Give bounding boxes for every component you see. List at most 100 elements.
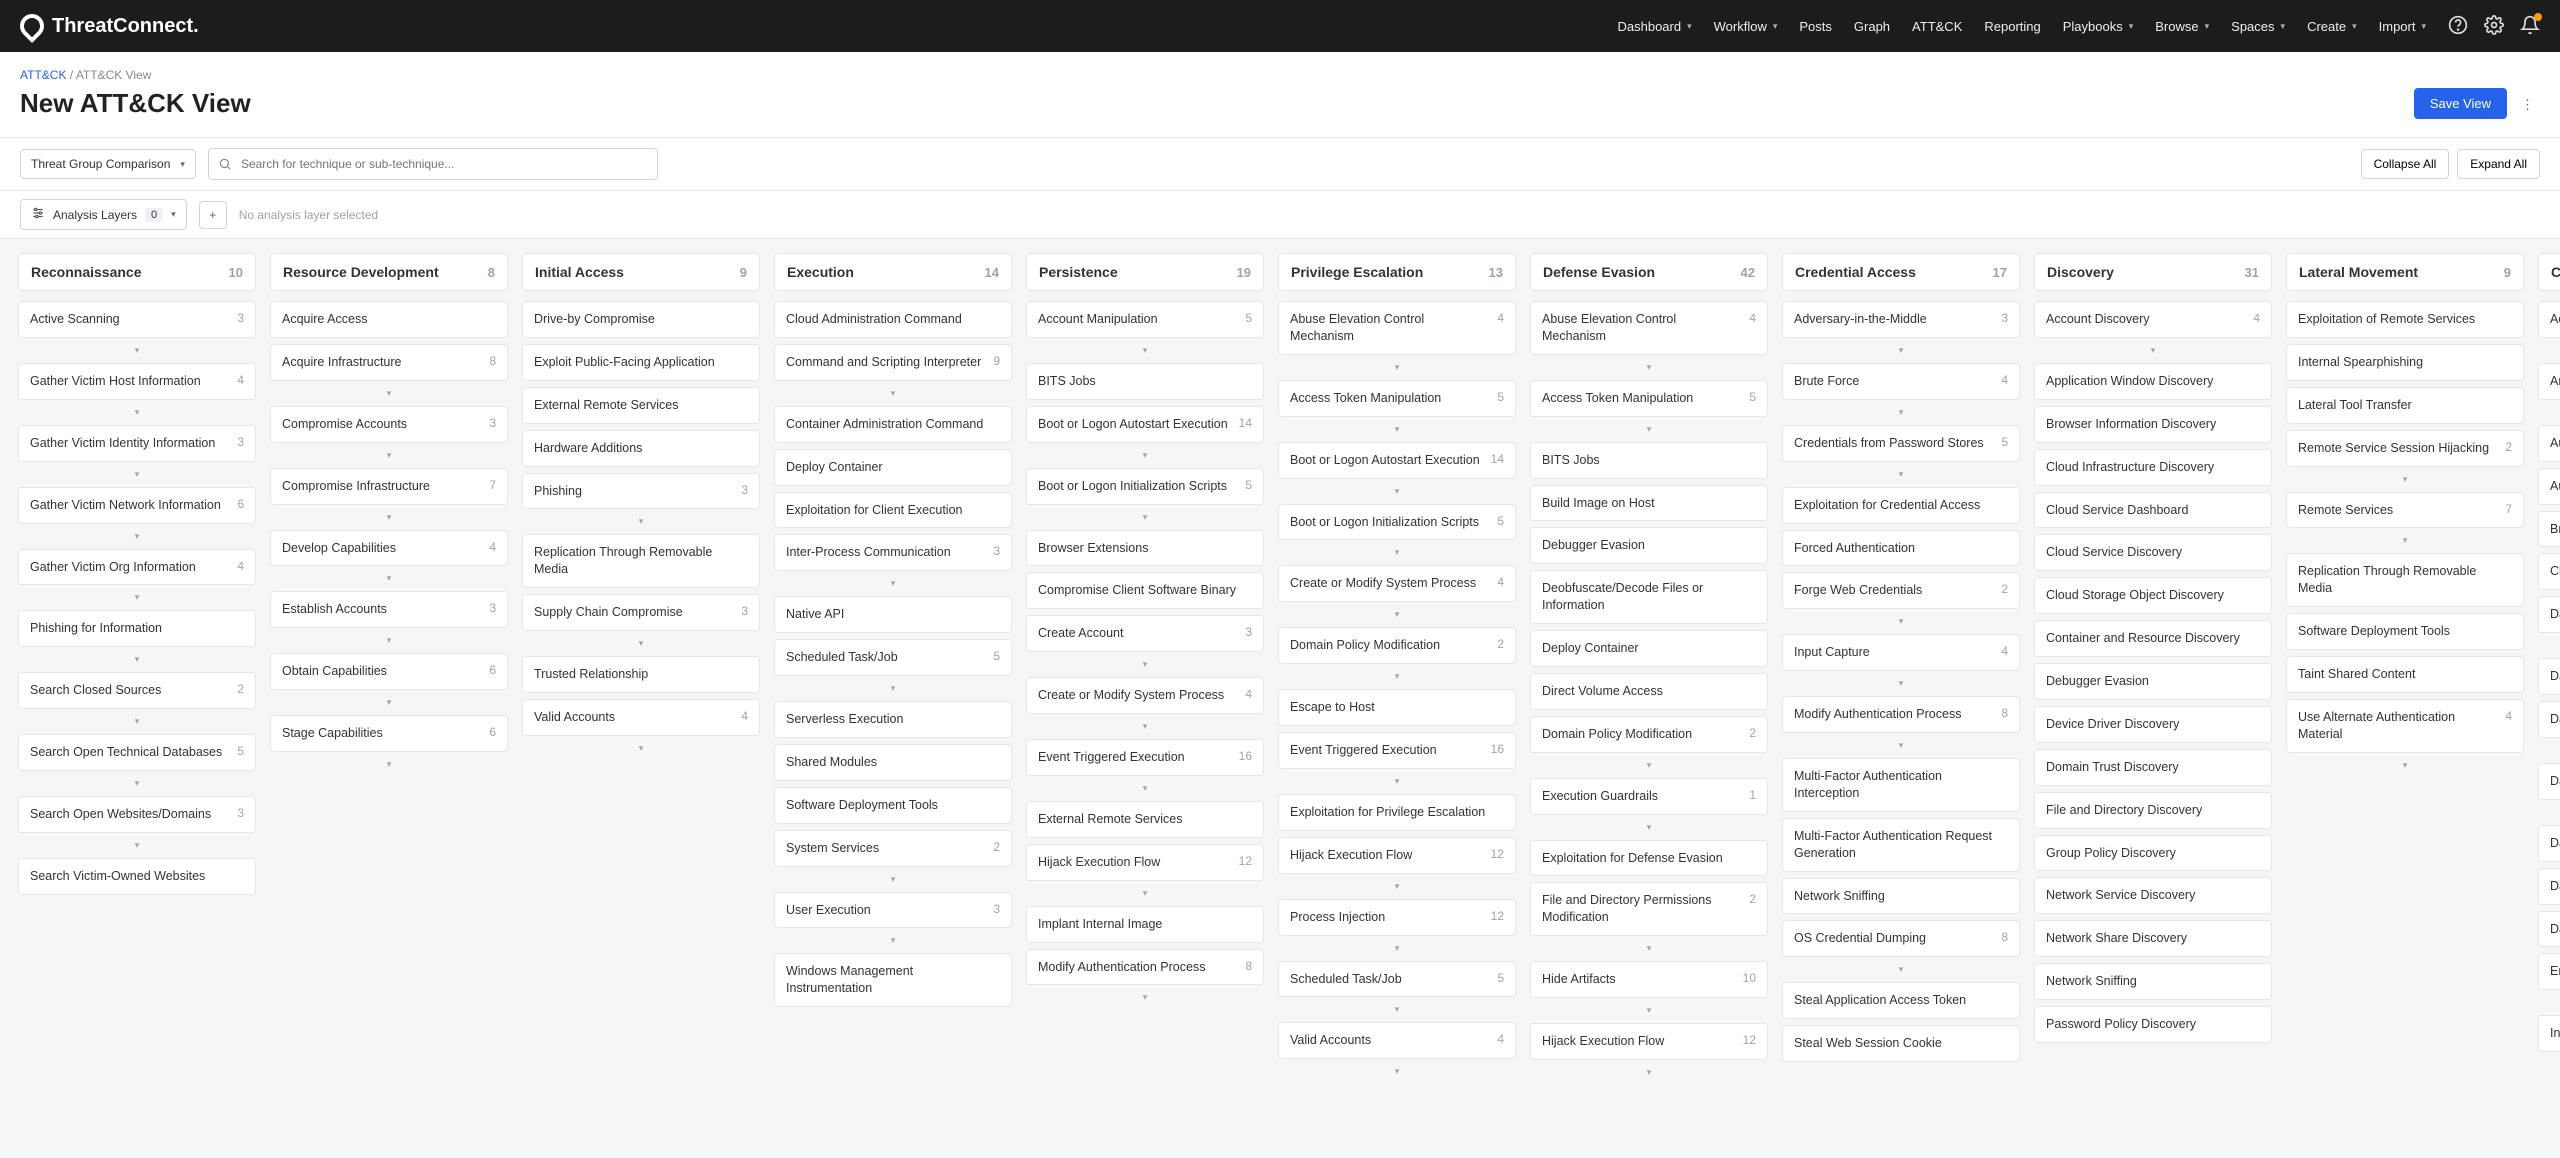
nav-reporting[interactable]: Reporting — [1984, 19, 2040, 34]
nav-workflow[interactable]: Workflow — [1714, 19, 1778, 34]
technique-card[interactable]: Group Policy Discovery — [2034, 835, 2272, 872]
technique-card[interactable]: Use Alternate Authentication Material4 — [2286, 699, 2524, 753]
expand-icon[interactable]: ▾ — [1782, 739, 2020, 758]
technique-card[interactable]: Gather Victim Identity Information3 — [18, 425, 256, 462]
expand-icon[interactable]: ▾ — [1026, 658, 1264, 677]
technique-card[interactable]: Boot or Logon Autostart Execution14 — [1026, 406, 1264, 443]
technique-card[interactable]: Steal Application Access Token — [1782, 982, 2020, 1019]
expand-icon[interactable]: ▾ — [18, 468, 256, 487]
technique-card[interactable]: Inter-Process Communication3 — [774, 534, 1012, 571]
expand-icon[interactable]: ▾ — [774, 682, 1012, 701]
expand-icon[interactable]: ▾ — [270, 758, 508, 777]
expand-all-button[interactable]: Expand All — [2457, 149, 2540, 179]
technique-card[interactable]: Direct Volume Access — [1530, 673, 1768, 710]
technique-card[interactable]: Replication Through Removable Media — [522, 534, 760, 588]
technique-card[interactable]: Clipboard Data — [2538, 553, 2560, 590]
technique-card[interactable]: Active Scanning3 — [18, 301, 256, 338]
technique-card[interactable]: Trusted Relationship — [522, 656, 760, 693]
technique-card[interactable]: Password Policy Discovery — [2034, 1006, 2272, 1043]
technique-card[interactable]: Serverless Execution — [774, 701, 1012, 738]
technique-card[interactable]: Automated Collection — [2538, 468, 2560, 505]
expand-icon[interactable]: ▾ — [2538, 406, 2560, 425]
expand-icon[interactable]: ▾ — [2538, 1058, 2560, 1077]
technique-card[interactable]: Browser Session Hijacking — [2538, 511, 2560, 548]
expand-icon[interactable]: ▾ — [18, 406, 256, 425]
expand-icon[interactable]: ▾ — [1530, 423, 1768, 442]
technique-card[interactable]: Adversary-in-the-Middle — [2538, 301, 2560, 338]
expand-icon[interactable]: ▾ — [2538, 996, 2560, 1015]
technique-card[interactable]: Email Collection — [2538, 953, 2560, 990]
technique-card[interactable]: Phishing for Information — [18, 610, 256, 647]
technique-card[interactable]: Cloud Service Discovery — [2034, 534, 2272, 571]
expand-icon[interactable]: ▾ — [270, 634, 508, 653]
technique-card[interactable]: Event Triggered Execution16 — [1026, 739, 1264, 776]
technique-card[interactable]: Access Token Manipulation5 — [1530, 380, 1768, 417]
expand-icon[interactable]: ▾ — [270, 511, 508, 530]
expand-icon[interactable]: ▾ — [1278, 942, 1516, 961]
technique-card[interactable]: Search Closed Sources2 — [18, 672, 256, 709]
technique-card[interactable]: Gather Victim Network Information6 — [18, 487, 256, 524]
technique-card[interactable]: Domain Trust Discovery — [2034, 749, 2272, 786]
technique-card[interactable]: Data from Local System — [2538, 825, 2560, 862]
technique-card[interactable]: Network Share Discovery — [2034, 920, 2272, 957]
expand-icon[interactable]: ▾ — [522, 742, 760, 761]
expand-icon[interactable]: ▾ — [1278, 1003, 1516, 1022]
crumb-attck-link[interactable]: ATT&CK — [20, 68, 66, 82]
technique-card[interactable]: Execution Guardrails1 — [1530, 778, 1768, 815]
search-input[interactable] — [208, 148, 658, 180]
expand-icon[interactable]: ▾ — [522, 515, 760, 534]
technique-card[interactable]: Create or Modify System Process4 — [1026, 677, 1264, 714]
technique-card[interactable]: Software Deployment Tools — [774, 787, 1012, 824]
expand-icon[interactable]: ▾ — [1278, 361, 1516, 380]
nav-browse[interactable]: Browse — [2155, 19, 2209, 34]
expand-icon[interactable]: ▾ — [18, 839, 256, 858]
technique-card[interactable]: Network Sniffing — [2034, 963, 2272, 1000]
technique-card[interactable]: Input Capture4 — [1782, 634, 2020, 671]
technique-card[interactable]: Data from Configuration Repository — [2538, 701, 2560, 738]
expand-icon[interactable]: ▾ — [1530, 1066, 1768, 1085]
technique-card[interactable]: Stage Capabilities6 — [270, 715, 508, 752]
expand-icon[interactable]: ▾ — [2286, 534, 2524, 553]
mode-select[interactable]: Threat Group Comparison — [20, 149, 196, 179]
expand-icon[interactable]: ▾ — [1782, 615, 2020, 634]
expand-icon[interactable]: ▾ — [18, 591, 256, 610]
nav-playbooks[interactable]: Playbooks — [2063, 19, 2134, 34]
technique-card[interactable]: Browser Information Discovery — [2034, 406, 2272, 443]
technique-card[interactable]: System Services2 — [774, 830, 1012, 867]
collapse-all-button[interactable]: Collapse All — [2361, 149, 2450, 179]
technique-card[interactable]: Search Open Websites/Domains3 — [18, 796, 256, 833]
technique-card[interactable]: Audio Capture — [2538, 425, 2560, 462]
expand-icon[interactable]: ▾ — [1278, 880, 1516, 899]
technique-card[interactable]: Steal Web Session Cookie — [1782, 1025, 2020, 1062]
technique-card[interactable]: Account Discovery4 — [2034, 301, 2272, 338]
technique-card[interactable]: Exploit Public-Facing Application — [522, 344, 760, 381]
expand-icon[interactable]: ▾ — [270, 572, 508, 591]
expand-icon[interactable]: ▾ — [1278, 1065, 1516, 1084]
technique-card[interactable]: BITS Jobs — [1530, 442, 1768, 479]
technique-card[interactable]: Adversary-in-the-Middle3 — [1782, 301, 2020, 338]
technique-card[interactable]: Replication Through Removable Media — [2286, 553, 2524, 607]
nav-graph[interactable]: Graph — [1854, 19, 1890, 34]
technique-card[interactable]: Forced Authentication — [1782, 530, 2020, 567]
technique-card[interactable]: Container Administration Command — [774, 406, 1012, 443]
expand-icon[interactable]: ▾ — [1530, 821, 1768, 840]
expand-icon[interactable]: ▾ — [1278, 670, 1516, 689]
expand-icon[interactable]: ▾ — [774, 934, 1012, 953]
technique-card[interactable]: Container and Resource Discovery — [2034, 620, 2272, 657]
technique-card[interactable]: Command and Scripting Interpreter9 — [774, 344, 1012, 381]
technique-card[interactable]: Brute Force4 — [1782, 363, 2020, 400]
expand-icon[interactable]: ▾ — [1026, 782, 1264, 801]
technique-card[interactable]: Scheduled Task/Job5 — [774, 639, 1012, 676]
technique-card[interactable]: Deploy Container — [774, 449, 1012, 486]
technique-card[interactable]: Acquire Infrastructure8 — [270, 344, 508, 381]
expand-icon[interactable]: ▾ — [1278, 775, 1516, 794]
expand-icon[interactable]: ▾ — [1278, 485, 1516, 504]
technique-card[interactable]: Boot or Logon Initialization Scripts5 — [1026, 468, 1264, 505]
expand-icon[interactable]: ▾ — [522, 637, 760, 656]
nav-posts[interactable]: Posts — [1799, 19, 1832, 34]
technique-card[interactable]: Data from Cloud Storage — [2538, 658, 2560, 695]
technique-card[interactable]: Modify Authentication Process8 — [1782, 696, 2020, 733]
technique-card[interactable]: Account Manipulation5 — [1026, 301, 1264, 338]
technique-card[interactable]: Valid Accounts4 — [1278, 1022, 1516, 1059]
expand-icon[interactable]: ▾ — [2538, 806, 2560, 825]
